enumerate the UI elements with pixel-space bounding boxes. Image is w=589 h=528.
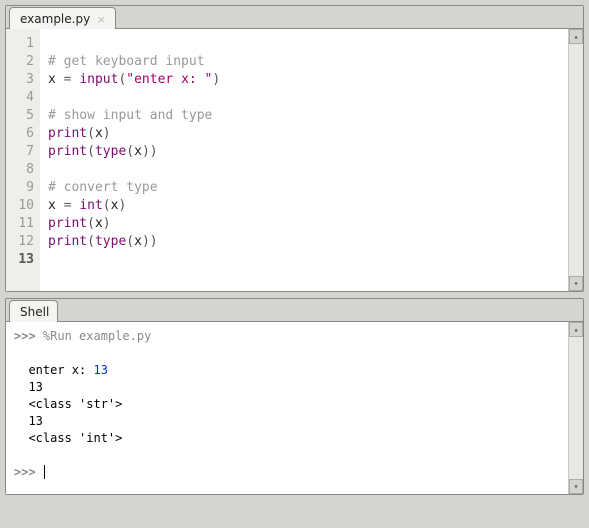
line-number: 6 xyxy=(10,125,34,143)
shell-tab[interactable]: Shell xyxy=(9,300,58,323)
code-token: input xyxy=(79,72,118,87)
line-number: 12 xyxy=(10,233,34,251)
code-token: ) xyxy=(118,198,126,213)
shell-tabbar: Shell xyxy=(6,299,583,322)
code-line xyxy=(48,35,560,53)
code-token: print xyxy=(48,126,87,141)
code-line: print(x) xyxy=(48,125,560,143)
line-number: 10 xyxy=(10,197,34,215)
code-line: print(type(x)) xyxy=(48,143,560,161)
code-token: x xyxy=(48,72,64,87)
shell-prompt: >>> xyxy=(14,329,36,343)
shell-line: >>> %Run example.py xyxy=(14,328,560,345)
code-token: ( xyxy=(126,234,134,249)
shell-line: 13 xyxy=(14,413,560,430)
code-line: print(type(x)) xyxy=(48,233,560,251)
shell-tab-label: Shell xyxy=(20,305,49,319)
code-token: # show input and type xyxy=(48,108,212,123)
code-token: )) xyxy=(142,144,158,159)
shell-panel: Shell >>> %Run example.py enter x: 13 13… xyxy=(5,298,584,495)
code-token: x xyxy=(134,144,142,159)
line-number: 13 xyxy=(10,251,34,269)
editor-tabbar: example.py × xyxy=(6,6,583,29)
code-token: ( xyxy=(126,144,134,159)
code-token: type xyxy=(95,234,126,249)
line-number: 5 xyxy=(10,107,34,125)
line-number: 7 xyxy=(10,143,34,161)
line-number: 1 xyxy=(10,35,34,53)
code-token: ( xyxy=(87,126,95,141)
shell-scrollbar[interactable]: ▴ ▾ xyxy=(568,322,583,494)
code-token: print xyxy=(48,144,87,159)
scroll-up-icon[interactable]: ▴ xyxy=(569,29,583,44)
code-line xyxy=(48,251,560,269)
code-line: # convert type xyxy=(48,179,560,197)
editor-tab-label: example.py xyxy=(20,12,90,26)
shell-line: 13 xyxy=(14,379,560,396)
code-token: x xyxy=(48,198,64,213)
code-token: ( xyxy=(103,198,111,213)
code-line xyxy=(48,161,560,179)
code-line: x = int(x) xyxy=(48,197,560,215)
shell-run-cmd: %Run example.py xyxy=(43,329,151,343)
code-token: # get keyboard input xyxy=(48,54,205,69)
code-token: x xyxy=(95,126,103,141)
line-number: 9 xyxy=(10,179,34,197)
shell-prompt: >>> xyxy=(14,465,36,479)
code-line: # get keyboard input xyxy=(48,53,560,71)
code-token: ) xyxy=(103,126,111,141)
code-token: "enter x: " xyxy=(126,72,212,87)
code-token: ) xyxy=(103,216,111,231)
code-line xyxy=(48,89,560,107)
shell-line: enter x: 13 xyxy=(14,362,560,379)
code-token: print xyxy=(48,216,87,231)
line-number: 2 xyxy=(10,53,34,71)
code-token: ( xyxy=(87,234,95,249)
code-line: print(x) xyxy=(48,215,560,233)
cursor-icon xyxy=(44,465,45,479)
code-line: x = input("enter x: ") xyxy=(48,71,560,89)
line-number: 11 xyxy=(10,215,34,233)
code-token: ) xyxy=(212,72,220,87)
code-token: x xyxy=(95,216,103,231)
code-token: ( xyxy=(87,144,95,159)
shell-area[interactable]: >>> %Run example.py enter x: 13 13 <clas… xyxy=(6,322,568,494)
code-token: x xyxy=(134,234,142,249)
shell-line: <class 'str'> xyxy=(14,396,560,413)
line-number: 3 xyxy=(10,71,34,89)
editor-panel: example.py × 12345678910111213 # get key… xyxy=(5,5,584,292)
editor-content: 12345678910111213 # get keyboard inputx … xyxy=(6,29,583,291)
line-number: 4 xyxy=(10,89,34,107)
editor-scrollbar[interactable]: ▴ ▾ xyxy=(568,29,583,291)
scroll-up-icon[interactable]: ▴ xyxy=(569,322,583,337)
code-token: type xyxy=(95,144,126,159)
editor-tab[interactable]: example.py × xyxy=(9,7,116,30)
code-area[interactable]: # get keyboard input x = input("enter x: … xyxy=(40,29,568,291)
code-token: ( xyxy=(87,216,95,231)
line-gutter: 12345678910111213 xyxy=(6,29,40,291)
shell-user-input: 13 xyxy=(93,363,107,377)
code-token: # convert type xyxy=(48,180,158,195)
line-number: 8 xyxy=(10,161,34,179)
close-icon[interactable]: × xyxy=(95,13,107,26)
scroll-down-icon[interactable]: ▾ xyxy=(569,276,583,291)
code-line: # show input and type xyxy=(48,107,560,125)
shell-line: >>> xyxy=(14,464,560,481)
code-token: int xyxy=(79,198,102,213)
code-token: )) xyxy=(142,234,158,249)
shell-line: <class 'int'> xyxy=(14,430,560,447)
shell-line xyxy=(14,345,560,362)
scroll-down-icon[interactable]: ▾ xyxy=(569,479,583,494)
shell-content-wrap: >>> %Run example.py enter x: 13 13 <clas… xyxy=(6,322,583,494)
code-token: print xyxy=(48,234,87,249)
shell-line xyxy=(14,447,560,464)
